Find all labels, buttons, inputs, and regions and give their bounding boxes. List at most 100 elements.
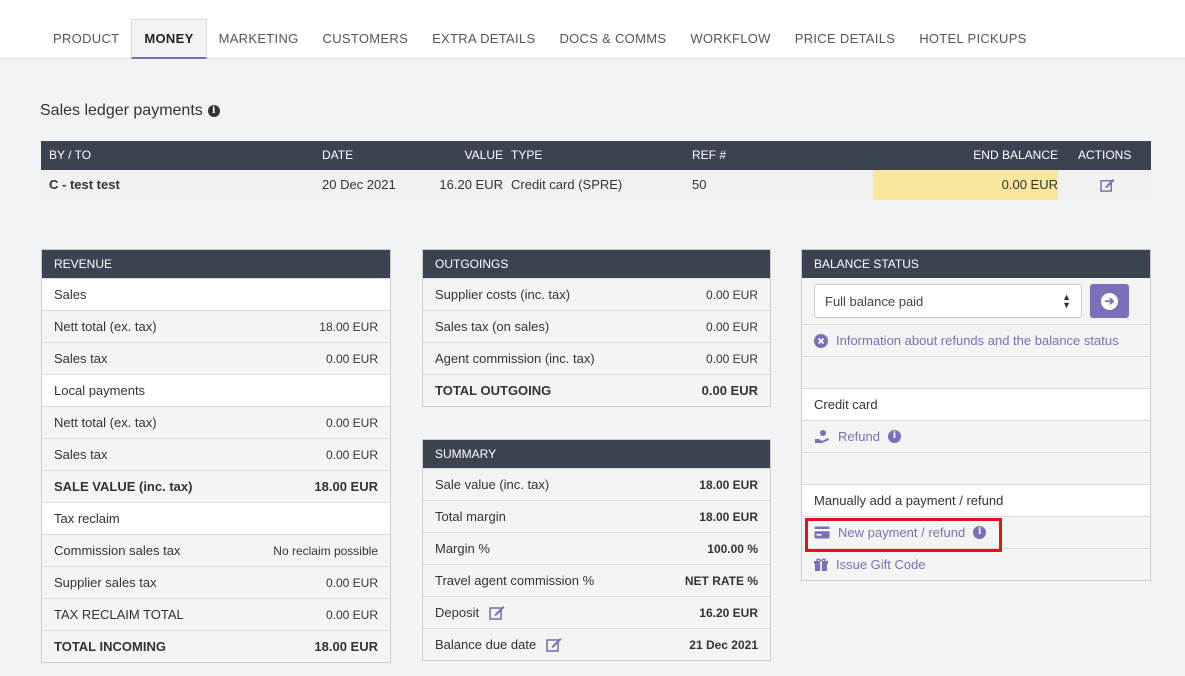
credit-card-label-row: Credit card [802, 388, 1150, 420]
revenue-header: REVENUE [42, 250, 390, 278]
spacer-row [802, 356, 1150, 388]
row-value: 18.00 EUR [699, 477, 758, 492]
row-value: 18.00 EUR [314, 479, 378, 494]
balance-due-label-wrap: Balance due date [435, 637, 562, 652]
row-value: 0.00 EUR [325, 575, 378, 590]
row-value: 0.00 EUR [701, 383, 758, 398]
table-row: C - test test 20 Dec 2021 16.20 EUR Cred… [41, 170, 1151, 200]
row-value: 18.00 EUR [699, 509, 758, 524]
table-row: Sales tax (on sales) 0.00 EUR [423, 310, 770, 342]
cell-date: 20 Dec 2021 [322, 177, 396, 192]
table-row: Total margin 18.00 EUR [423, 500, 770, 532]
hand-coin-icon [815, 430, 829, 443]
cell-type: Credit card (SPRE) [511, 177, 623, 192]
row-label: Sales tax (on sales) [435, 319, 550, 334]
row-label: SALE VALUE (inc. tax) [54, 479, 193, 494]
row-label: TOTAL INCOMING [54, 639, 166, 654]
row-value: 16.20 EUR [699, 605, 758, 620]
tab-marketing[interactable]: MARKETING [207, 19, 311, 59]
col-date: DATE [322, 148, 354, 162]
row-label: Total margin [435, 509, 506, 524]
ledger-title: Sales ledger payments i [40, 102, 220, 120]
table-row: Deposit 16.20 EUR [423, 596, 770, 628]
revenue-section-sales: Sales [42, 278, 390, 310]
outgoings-panel: OUTGOINGS Supplier costs (inc. tax) 0.00 … [422, 249, 771, 407]
table-row: TOTAL OUTGOING 0.00 EUR [423, 374, 770, 406]
select-value: Full balance paid [825, 293, 924, 309]
link-text: Issue Gift Code [836, 557, 926, 572]
ledger-header-row: BY / TO DATE VALUE TYPE REF # END BALANC… [41, 141, 1151, 170]
row-label: Local payments [54, 383, 146, 398]
apply-status-button[interactable]: ➔ [1090, 284, 1129, 318]
row-label: Sale value (inc. tax) [435, 477, 550, 492]
revenue-section-tax-reclaim: Tax reclaim [42, 502, 390, 534]
tab-product[interactable]: PRODUCT [41, 19, 131, 59]
section-label: Credit card [814, 397, 878, 412]
table-row: Sales tax 0.00 EUR [42, 438, 390, 470]
row-label: Deposit [435, 605, 480, 620]
row-value: 0.00 EUR [325, 447, 378, 462]
row-value: 18.00 EUR [319, 319, 378, 334]
row-value: 0.00 EUR [705, 319, 758, 334]
arrow-right-icon: ➔ [1101, 292, 1118, 310]
row-value: 0.00 EUR [325, 607, 378, 622]
table-row: Travel agent commission % NET RATE % [423, 564, 770, 596]
table-row: Commission sales tax No reclaim possible [42, 534, 390, 566]
refund-row: Refund i [802, 420, 1150, 452]
row-value: NET RATE % [684, 573, 758, 588]
row-value: 21 Dec 2021 [689, 637, 758, 652]
row-label: Sales tax [54, 447, 108, 462]
table-row: TAX RECLAIM TOTAL 0.00 EUR [42, 598, 390, 630]
edit-icon[interactable] [1100, 178, 1115, 192]
row-value: 0.00 EUR [325, 351, 378, 366]
row-label: Balance due date [435, 637, 537, 652]
balance-status-select-row: Full balance paid ▲ ▼ ➔ [802, 278, 1150, 324]
tab-price-details[interactable]: PRICE DETAILS [783, 19, 907, 59]
tab-bar: PRODUCT MONEY MARKETING CUSTOMERS EXTRA … [41, 19, 1039, 59]
row-label: Sales tax [54, 351, 108, 366]
table-row: Supplier costs (inc. tax) 0.00 EUR [423, 278, 770, 310]
row-label: Travel agent commission % [435, 573, 595, 588]
manual-label-row: Manually add a payment / refund [802, 484, 1150, 516]
col-by-to: BY / TO [49, 148, 92, 162]
table-row: TOTAL INCOMING 18.00 EUR [42, 630, 390, 662]
edit-icon[interactable] [489, 605, 505, 620]
row-label: TAX RECLAIM TOTAL [54, 607, 184, 622]
tab-workflow[interactable]: WORKFLOW [678, 19, 782, 59]
row-label: TOTAL OUTGOING [435, 383, 552, 398]
table-row: Sales tax 0.00 EUR [42, 342, 390, 374]
edit-icon[interactable] [546, 637, 562, 652]
summary-header: SUMMARY [423, 440, 770, 468]
spacer-row [802, 452, 1150, 484]
info-icon[interactable]: i [887, 430, 901, 443]
table-row: Supplier sales tax 0.00 EUR [42, 566, 390, 598]
row-value: 100.00 % [707, 541, 758, 556]
tab-hotel-pickups[interactable]: HOTEL PICKUPS [907, 19, 1038, 59]
revenue-panel: REVENUE Sales Nett total (ex. tax) 18.00 … [41, 249, 391, 663]
tab-docs-comms[interactable]: DOCS & COMMS [547, 19, 678, 59]
info-icon[interactable]: i [207, 105, 220, 117]
section-label: Manually add a payment / refund [814, 493, 1004, 508]
table-row: Nett total (ex. tax) 0.00 EUR [42, 406, 390, 438]
col-value: VALUE [464, 148, 503, 162]
tab-extra-details[interactable]: EXTRA DETAILS [420, 19, 547, 59]
row-value: 0.00 EUR [705, 351, 758, 366]
row-label: Supplier sales tax [54, 575, 157, 590]
balance-status-header: BALANCE STATUS [802, 250, 1150, 278]
cell-end-balance: 0.00 EUR [1001, 177, 1058, 192]
table-row: Margin % 100.00 % [423, 532, 770, 564]
ledger-table: BY / TO DATE VALUE TYPE REF # END BALANC… [41, 141, 1151, 200]
refund-link[interactable]: Refund i [814, 429, 901, 444]
tab-customers[interactable]: CUSTOMERS [311, 19, 421, 59]
row-label: Sales [54, 287, 87, 302]
refund-info-link[interactable]: Information about refunds and the balanc… [814, 333, 1119, 348]
table-row: Nett total (ex. tax) 18.00 EUR [42, 310, 390, 342]
tab-money[interactable]: MONEY [131, 19, 207, 59]
cell-by-to: C - test test [49, 177, 120, 192]
issue-gift-code-link[interactable]: Issue Gift Code [814, 557, 926, 572]
link-text: Information about refunds and the balanc… [836, 333, 1119, 348]
row-label: Nett total (ex. tax) [54, 319, 157, 334]
gift-icon [814, 557, 828, 571]
table-row: Sale value (inc. tax) 18.00 EUR [423, 468, 770, 500]
balance-status-select[interactable]: Full balance paid ▲ ▼ [814, 284, 1082, 318]
